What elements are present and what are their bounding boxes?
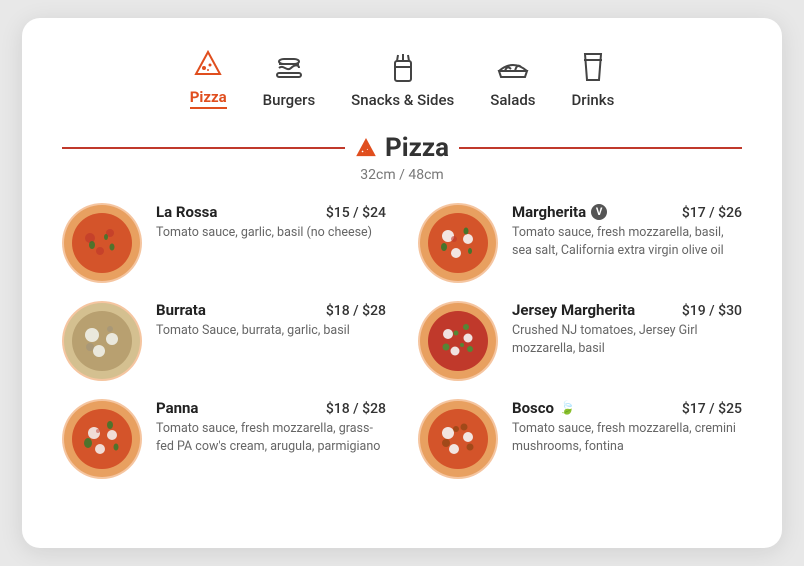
item-desc-panna: Tomato sauce, fresh mozzarella, grass-fe…: [156, 420, 386, 456]
item-info-bosco: Bosco 🍃 $17 / $25 Tomato sauce, fresh mo…: [512, 399, 742, 456]
section-header: Pizza: [62, 133, 742, 163]
header-line-left: [62, 147, 345, 149]
item-name-burrata: Burrata: [156, 301, 206, 319]
menu-item-bosco: Bosco 🍃 $17 / $25 Tomato sauce, fresh mo…: [418, 399, 742, 479]
nav-item-pizza[interactable]: Pizza: [190, 46, 227, 109]
item-name-jersey-margherita: Jersey Margherita: [512, 301, 635, 319]
item-name-bosco: Bosco 🍃: [512, 399, 575, 417]
veg-badge-margherita: V: [591, 204, 607, 220]
snacks-label: Snacks & Sides: [351, 91, 454, 109]
menu-card: Pizza Burgers Sna: [22, 18, 782, 548]
menu-item-margherita: Margherita V $17 / $26 Tomato sauce, fre…: [418, 203, 742, 283]
item-price-la-rossa: $15 / $24: [326, 205, 386, 221]
header-line-right: [459, 147, 742, 149]
item-desc-jersey-margherita: Crushed NJ tomatoes, Jersey Girl mozzare…: [512, 322, 742, 358]
item-desc-margherita: Tomato sauce, fresh mozzarella, basil, s…: [512, 224, 742, 260]
drinks-label: Drinks: [572, 91, 615, 109]
burgers-label: Burgers: [263, 91, 316, 109]
pizza-image-bosco: [418, 399, 498, 479]
item-price-bosco: $17 / $25: [682, 401, 742, 417]
salads-icon: [495, 49, 531, 85]
item-desc-bosco: Tomato sauce, fresh mozzarella, cremini …: [512, 420, 742, 456]
pizza-icon: [192, 46, 224, 82]
pizza-image-margherita: [418, 203, 498, 283]
menu-item-burrata: Burrata $18 / $28 Tomato Sauce, burrata,…: [62, 301, 386, 381]
item-info-margherita: Margherita V $17 / $26 Tomato sauce, fre…: [512, 203, 742, 260]
item-info-panna: Panna $18 / $28 Tomato sauce, fresh mozz…: [156, 399, 386, 456]
item-price-jersey-margherita: $19 / $30: [682, 303, 742, 319]
pizza-image-panna: [62, 399, 142, 479]
item-price-margherita: $17 / $26: [682, 205, 742, 221]
menu-item-panna: Panna $18 / $28 Tomato sauce, fresh mozz…: [62, 399, 386, 479]
burgers-icon: [273, 49, 305, 85]
nav-item-snacks[interactable]: Snacks & Sides: [351, 49, 454, 109]
pizza-label: Pizza: [190, 88, 227, 109]
drinks-icon: [579, 49, 607, 85]
item-name-margherita: Margherita V: [512, 203, 607, 221]
item-info-burrata: Burrata $18 / $28 Tomato Sauce, burrata,…: [156, 301, 386, 340]
pizza-image-jersey-margherita: [418, 301, 498, 381]
item-info-la-rossa: La Rossa $15 / $24 Tomato sauce, garlic,…: [156, 203, 386, 242]
pizza-image-burrata: [62, 301, 142, 381]
section-title: Pizza: [355, 133, 449, 163]
menu-item-jersey-margherita: Jersey Margherita $19 / $30 Crushed NJ t…: [418, 301, 742, 381]
item-info-jersey-margherita: Jersey Margherita $19 / $30 Crushed NJ t…: [512, 301, 742, 358]
item-desc-la-rossa: Tomato sauce, garlic, basil (no cheese): [156, 224, 386, 242]
item-name-panna: Panna: [156, 399, 198, 417]
item-name-la-rossa: La Rossa: [156, 203, 217, 221]
item-price-burrata: $18 / $28: [326, 303, 386, 319]
snacks-icon: [387, 49, 419, 85]
menu-item-la-rossa: La Rossa $15 / $24 Tomato sauce, garlic,…: [62, 203, 386, 283]
item-price-panna: $18 / $28: [326, 401, 386, 417]
section-pizza-icon: [355, 137, 377, 159]
leaf-icon-bosco: 🍃: [559, 401, 575, 416]
section-subtitle: 32cm / 48cm: [62, 167, 742, 183]
nav-item-salads[interactable]: Salads: [490, 49, 535, 109]
category-nav: Pizza Burgers Sna: [62, 46, 742, 109]
menu-grid: La Rossa $15 / $24 Tomato sauce, garlic,…: [62, 203, 742, 479]
item-desc-burrata: Tomato Sauce, burrata, garlic, basil: [156, 322, 386, 340]
nav-item-drinks[interactable]: Drinks: [572, 49, 615, 109]
pizza-image-la-rossa: [62, 203, 142, 283]
salads-label: Salads: [490, 91, 535, 109]
nav-item-burgers[interactable]: Burgers: [263, 49, 316, 109]
